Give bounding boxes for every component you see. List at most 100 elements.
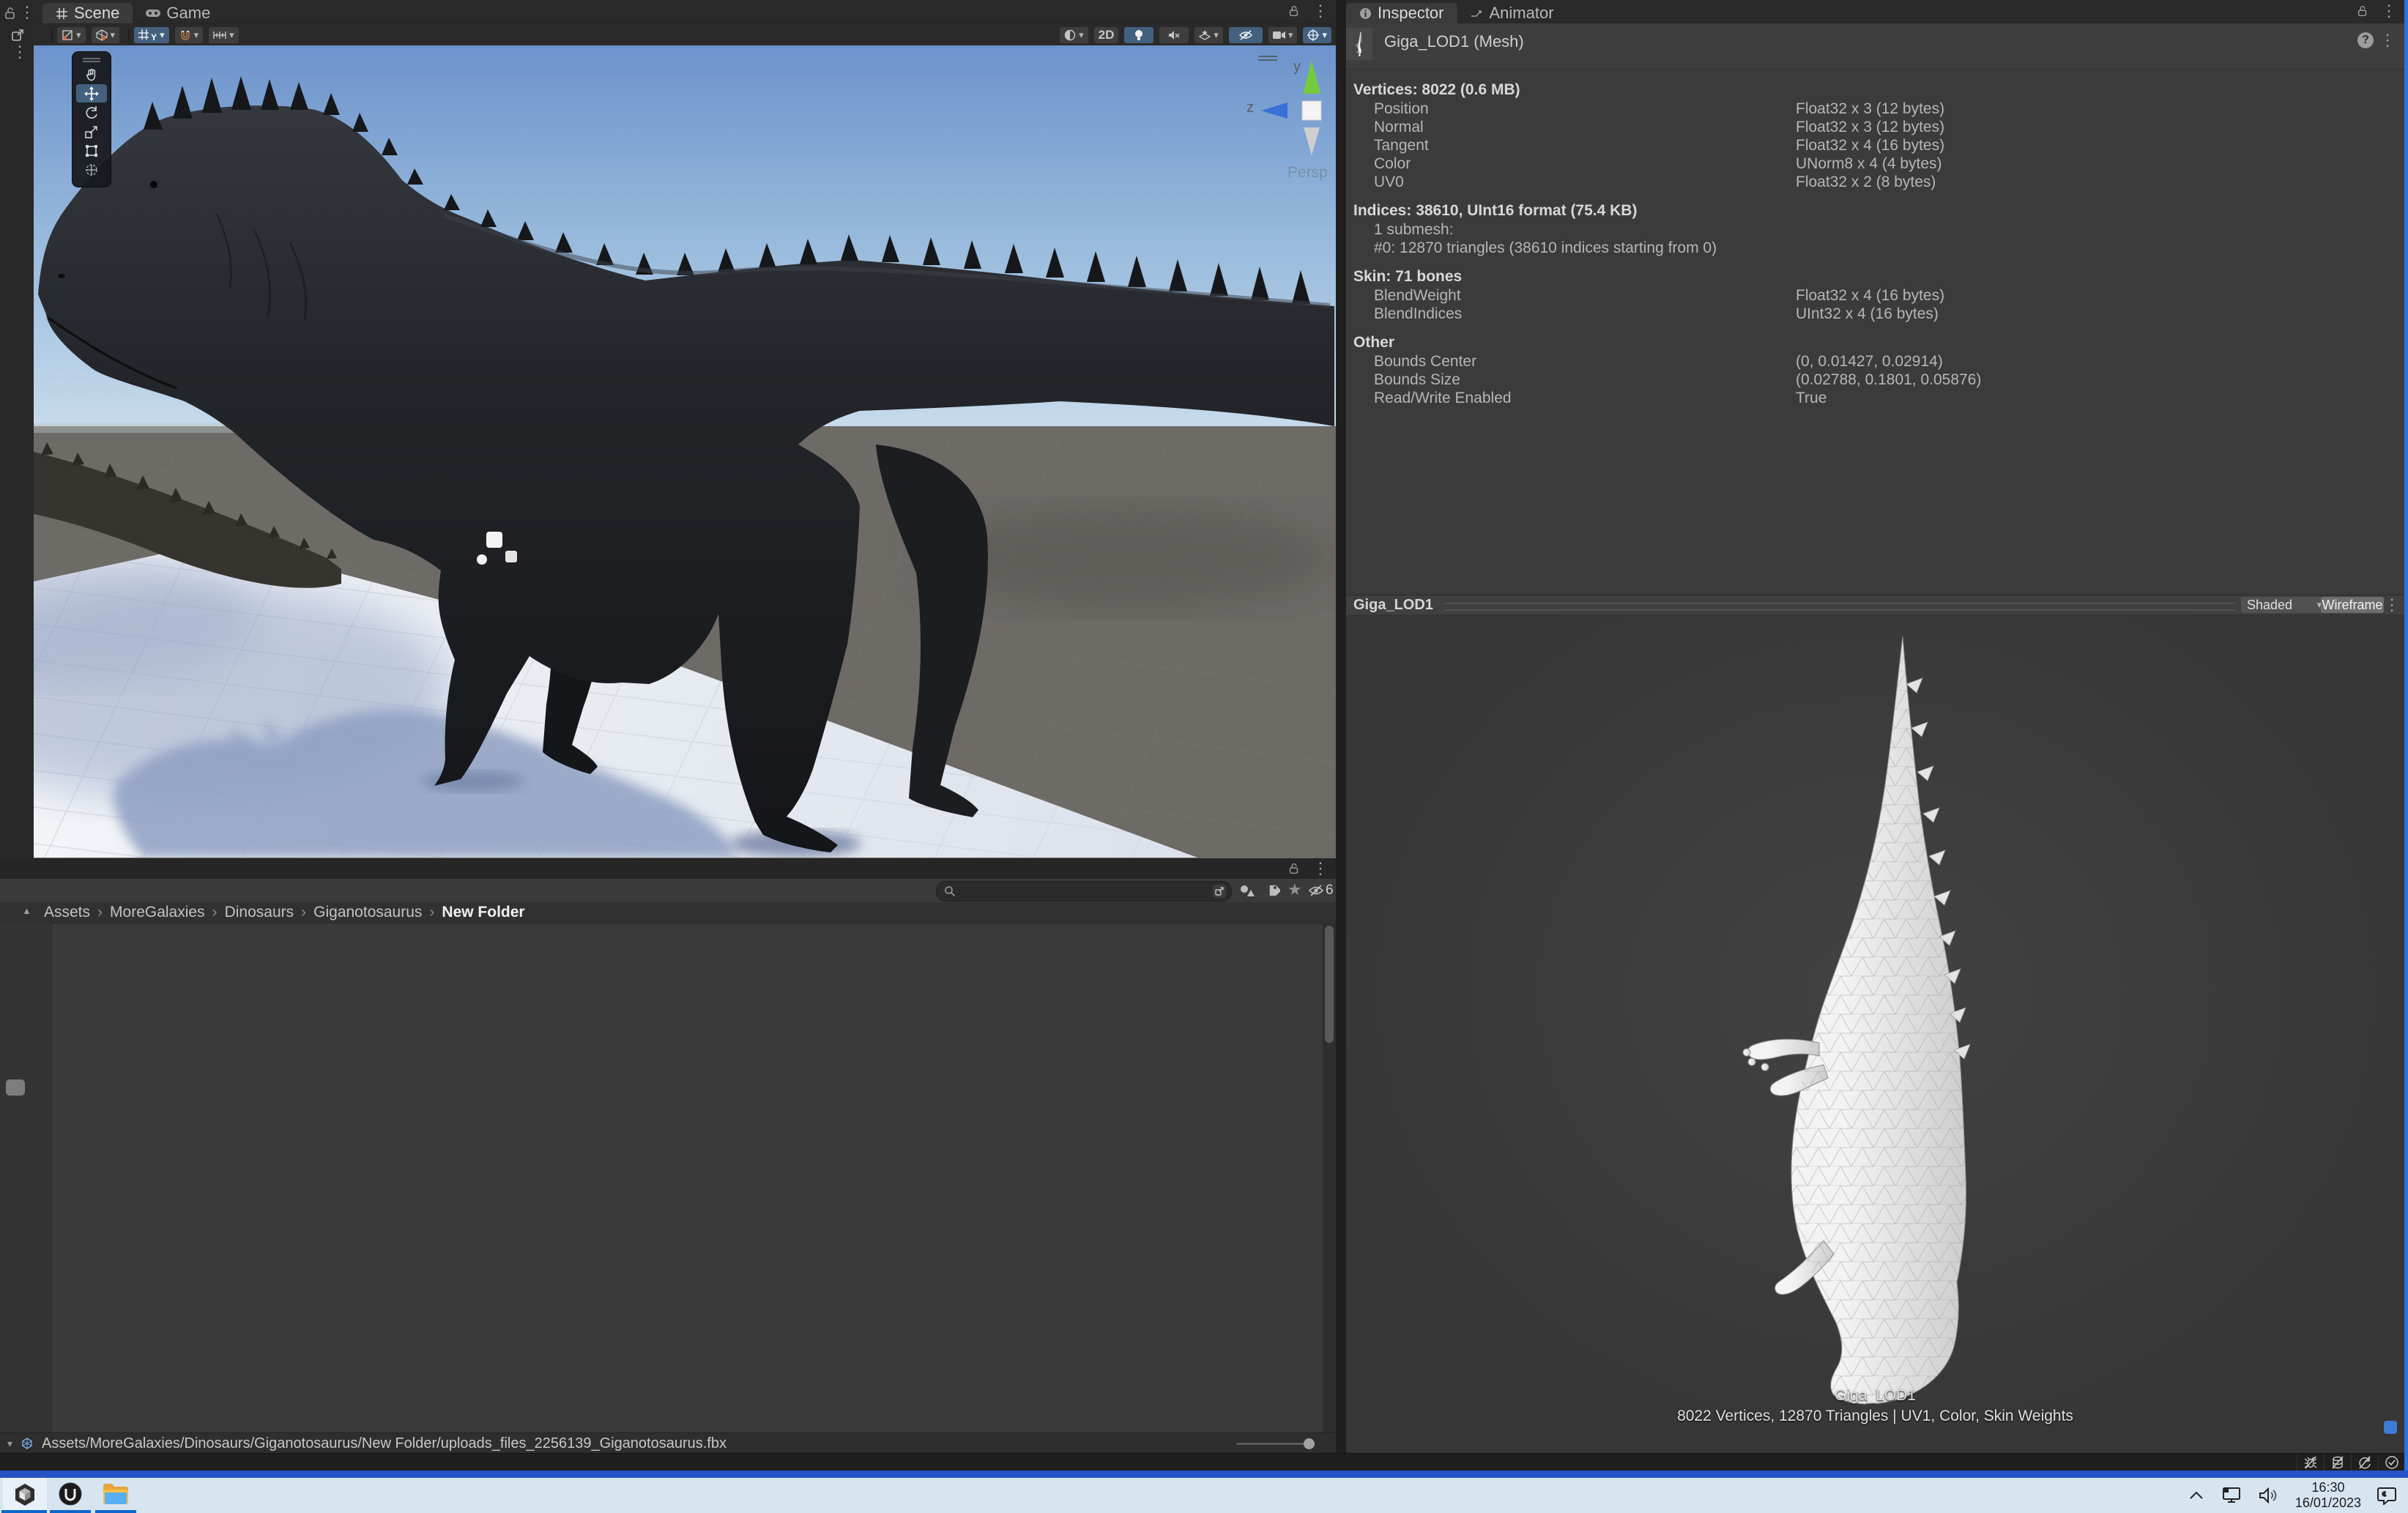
help-icon[interactable]: ? [2357,32,2374,48]
collapse-icon[interactable]: ▾ [7,1438,12,1450]
lock-icon[interactable] [2356,4,2369,18]
gizmos-button[interactable]: ▾ [1303,27,1331,43]
hand-icon [84,67,99,82]
tool-handle-position-button[interactable]: ▾ [57,27,86,43]
tab-animator[interactable]: Animator [1457,3,1567,23]
camera-settings-button[interactable]: ▾ [1268,27,1298,43]
kebab-menu-icon[interactable]: ⋮ [2384,597,2400,613]
search-popout-icon[interactable] [1212,884,1227,899]
grid-scrollbar-thumb[interactable] [1325,926,1334,1043]
move-tool[interactable] [76,84,107,103]
scene-visibility-button[interactable] [1229,27,1263,43]
scale-tool[interactable] [76,122,107,141]
tool-handle-rotation-button[interactable]: ▾ [92,27,120,43]
shading-mode-button[interactable]: ▾ [1060,27,1088,43]
breadcrumb-item[interactable]: Assets [44,904,90,921]
hand-tool[interactable] [76,65,107,83]
lock-icon[interactable] [1287,862,1301,875]
project-footer: ▾ Assets/MoreGalaxies/Dinosaurs/Giganoto… [0,1432,1336,1454]
effects-toggle-button[interactable]: ▾ [1194,27,1223,43]
breadcrumb-item[interactable]: Giganotosaurus [313,904,422,921]
shading-mode-dropdown[interactable]: Shaded ▾ [2241,597,2327,613]
type-filter-icon[interactable] [1239,883,1255,898]
mesh-info-value: Float32 x 3 (12 bytes) [1796,100,1944,118]
axis-z-cone [1261,103,1287,119]
mesh-preview[interactable]: Giga_LOD1 8022 Vertices, 12870 Triangles… [1346,614,2404,1453]
taskbar-app-explorer[interactable] [94,1478,138,1510]
snap-settings-button[interactable]: ▾ [175,27,204,43]
preview-drag-handle[interactable] [1444,603,2235,611]
hidden-count-icon[interactable] [1308,884,1324,897]
scene-viewport[interactable] [34,45,1336,858]
network-icon[interactable] [2221,1487,2242,1504]
unreal-engine-icon [58,1482,83,1506]
volume-icon[interactable] [2259,1487,2279,1503]
wireframe-toggle[interactable]: Wireframe [2321,597,2384,613]
kebab-menu-icon[interactable]: ⋮ [2379,32,2396,48]
taskbar-clock[interactable]: 16:30 16/01/2023 [2295,1480,2361,1511]
notification-badge[interactable] [2384,1421,2397,1434]
mesh-info-row: BlendIndicesUInt32 x 4 (16 bytes) [1353,305,2393,323]
label-filter-icon[interactable] [1266,883,1280,898]
grid-scrollbar[interactable] [1323,923,1336,1432]
lock-icon[interactable] [3,6,18,21]
tab-label: Inspector [1378,4,1444,23]
thumbnail-size-slider[interactable] [1236,1438,1317,1449]
panel-splitter[interactable] [1336,0,1346,1453]
preview-header[interactable]: Giga_LOD1 Shaded ▾ Wireframe ⋮ [1346,595,2404,616]
selected-asset-path: Assets/MoreGalaxies/Dinosaurs/Giganotosa… [42,1435,727,1452]
popout-icon[interactable] [10,28,25,42]
2d-toggle-button[interactable]: 2D [1094,27,1119,43]
windows-taskbar: 16:30 16/01/2023 [0,1478,2408,1513]
clock-date: 16/01/2023 [2295,1495,2361,1511]
kebab-menu-icon[interactable]: ⋮ [19,4,35,21]
kebab-menu-icon[interactable]: ⋮ [1312,3,1329,19]
mesh-info-label: BlendWeight [1374,287,1461,304]
auto-refresh-disabled-icon[interactable] [2351,1454,2378,1471]
grid-visibility-button[interactable]: Y ▾ [134,27,169,43]
inspector-title: Giga_LOD1 (Mesh) [1384,32,1524,51]
breadcrumb-up-icon[interactable]: ▲ [22,905,31,916]
hidden-icons-chevron[interactable] [2188,1490,2204,1501]
audio-toggle-button[interactable] [1159,27,1189,43]
rect-icon [84,144,99,158]
action-center-icon[interactable] [2377,1486,2398,1505]
breadcrumb-separator: › [429,904,434,921]
gutter-scrollbar-thumb[interactable] [6,1079,25,1096]
tools-overlay [72,51,111,187]
mesh-info-label: Bounds Center [1374,353,1476,370]
kebab-menu-icon[interactable]: ⋮ [2381,3,2397,19]
mesh-info-row: BlendWeightFloat32 x 4 (16 bytes) [1353,286,2393,305]
favorites-filter-icon[interactable]: ★ [1287,880,1302,899]
camera-icon [1273,31,1285,40]
mesh-info-value: Float32 x 2 (8 bytes) [1796,173,1936,191]
search-input[interactable] [962,882,1199,900]
lock-icon[interactable] [1287,4,1301,18]
mesh-info-label: Normal [1374,119,1424,135]
tab-inspector[interactable]: Inspector [1346,3,1457,23]
scene-tabbar: Scene Game ⋮ [34,0,1336,24]
rotate-tool[interactable] [76,103,107,122]
kebab-menu-icon[interactable]: ⋮ [12,44,28,60]
taskbar-app-unity-hub[interactable] [3,1478,47,1510]
breadcrumb-item[interactable]: New Folder [442,904,524,921]
compile-ok-icon[interactable] [2378,1454,2405,1471]
projection-label[interactable]: Persp [1287,164,1328,182]
axis-z-label: z [1246,100,1254,116]
breadcrumb-item[interactable]: MoreGalaxies [110,904,205,921]
cache-server-disabled-icon[interactable] [2324,1454,2351,1471]
rect-tool[interactable] [76,141,107,160]
breadcrumb-separator: › [301,904,306,921]
kebab-menu-icon[interactable]: ⋮ [1312,860,1329,877]
increment-snap-button[interactable]: ▾ [209,27,239,43]
breadcrumb-item[interactable]: Dinosaurs [225,904,294,921]
tab-scene[interactable]: Scene [42,3,133,23]
debugger-detached-icon[interactable] [2297,1454,2324,1471]
lighting-toggle-button[interactable] [1124,27,1153,43]
taskbar-app-unreal[interactable] [48,1478,92,1510]
axis-down-cone [1304,127,1320,155]
mesh-info-value: (0.02788, 0.1801, 0.05876) [1796,371,1981,389]
gizmo-icon [1307,29,1319,41]
transform-tool[interactable] [76,160,107,179]
tab-game[interactable]: Game [133,3,223,23]
